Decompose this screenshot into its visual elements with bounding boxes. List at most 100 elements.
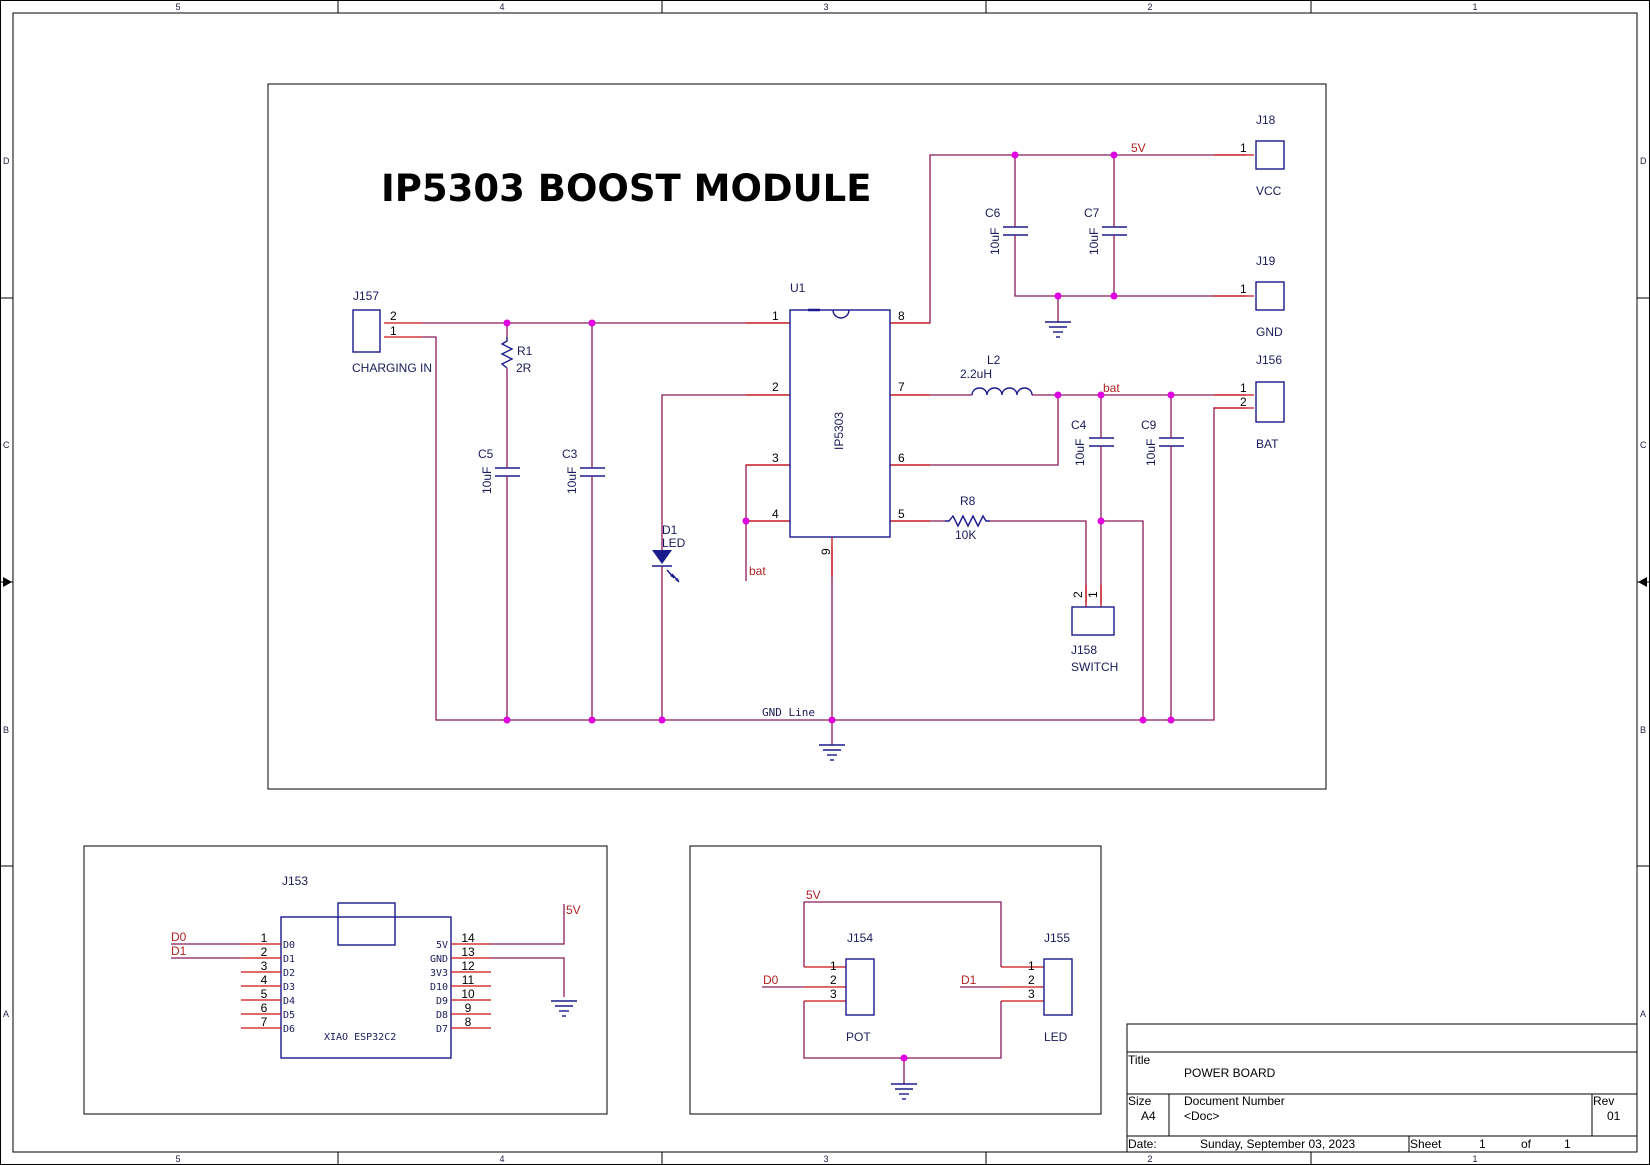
connector-j158: 2 1 J158 SWITCH <box>1071 591 1118 674</box>
pin-name: D7 <box>436 1024 448 1035</box>
net-label-gnd-line: GND Line <box>762 706 815 719</box>
ref-label: J155 <box>1044 931 1070 945</box>
pin-number: 3 <box>772 451 779 465</box>
ground-symbol <box>1045 321 1071 338</box>
ref-label: C7 <box>1084 206 1100 220</box>
ref-label: J19 <box>1256 254 1276 268</box>
ref-label: C6 <box>985 206 1001 220</box>
row-label: B <box>3 725 9 735</box>
value-label: 10uF <box>480 467 494 494</box>
frame-column-labels-bottom: 5 4 3 2 1 <box>175 1154 1477 1164</box>
frame-row-labels-left: D C B A <box>3 156 10 1019</box>
pin-name: 3V3 <box>430 968 448 979</box>
value-label: LED <box>662 536 686 550</box>
ref-label: J158 <box>1071 643 1097 657</box>
size-label: Size <box>1128 1094 1152 1108</box>
pin-number: 6 <box>898 451 905 465</box>
ground-symbol <box>551 1000 577 1017</box>
pin-number: 2 <box>830 973 837 987</box>
pin-number: 9 <box>465 1001 472 1015</box>
pin-number: 6 <box>261 1001 268 1015</box>
ground-symbol <box>891 1083 917 1100</box>
pin-number: 5 <box>261 987 268 1001</box>
pin-name: D0 <box>283 940 295 951</box>
of-value: 1 <box>1564 1137 1571 1151</box>
row-label: D <box>1640 156 1647 166</box>
pin-number: 2 <box>1071 591 1085 598</box>
of-label: of <box>1521 1137 1532 1151</box>
value-label: 2R <box>516 361 532 375</box>
size-value: A4 <box>1141 1109 1156 1123</box>
sheet-label: Sheet <box>1410 1137 1442 1151</box>
pot-led-box <box>689 845 1102 1115</box>
date-label: Date: <box>1128 1137 1157 1151</box>
col-label: 1 <box>1472 2 1477 12</box>
frame-column-labels-top: 5 4 3 2 1 <box>175 2 1477 12</box>
col-label: 1 <box>1472 1154 1477 1164</box>
value-label: VCC <box>1256 184 1282 198</box>
col-label: 3 <box>823 1154 828 1164</box>
net-label-5v: 5V <box>566 903 581 917</box>
pin-stubs-pot-led <box>804 966 1044 1002</box>
pin-number: 1 <box>261 931 268 945</box>
capacitor-c4: C4 10uF <box>1071 418 1114 466</box>
ref-label: U1 <box>790 281 806 295</box>
ref-label: C3 <box>562 447 578 461</box>
ref-label: J156 <box>1256 353 1282 367</box>
row-label: C <box>3 440 10 450</box>
pin-number: 2 <box>772 380 779 394</box>
pin-name: D3 <box>283 982 295 993</box>
part-label: XIAO ESP32C2 <box>324 1032 396 1043</box>
pin-number: 12 <box>461 959 475 973</box>
date-value: Sunday, September 03, 2023 <box>1200 1137 1356 1151</box>
pin-number: 1 <box>1240 282 1247 296</box>
pin-number: 1 <box>1086 591 1100 598</box>
document-number-value: <Doc> <box>1184 1109 1219 1123</box>
schematic-title: IP5303 BOOST MODULE <box>381 167 872 210</box>
pin-number: 2 <box>1028 973 1035 987</box>
pin-number: 2 <box>1240 395 1247 409</box>
ref-label: J18 <box>1256 113 1276 127</box>
value-label: 10uF <box>1073 439 1087 466</box>
value-label: BAT <box>1256 437 1279 451</box>
col-label: 3 <box>823 2 828 12</box>
pin-number: 7 <box>898 380 905 394</box>
ref-label: J157 <box>353 289 379 303</box>
value-label: SWITCH <box>1071 660 1118 674</box>
esp-module-box <box>83 845 608 1115</box>
value-label: 10uF <box>1087 228 1101 255</box>
capacitor-c7: C7 10uF <box>1084 206 1127 255</box>
ref-label: C4 <box>1071 418 1087 432</box>
pin-name: D9 <box>436 996 448 1007</box>
net-label-bat: bat <box>749 564 766 578</box>
value-label: GND <box>1256 325 1283 339</box>
pin-number: 11 <box>462 973 475 987</box>
capacitor-c3: C3 10uF <box>562 447 605 494</box>
pin-number: 8 <box>898 309 905 323</box>
pin-number: 1 <box>772 309 779 323</box>
rev-value: 01 <box>1607 1109 1621 1123</box>
pin-number: 9 <box>819 548 833 555</box>
pin-number: 7 <box>261 1015 268 1029</box>
pin-name: GND <box>430 954 448 965</box>
net-label-bat: bat <box>1103 381 1120 395</box>
resistor-r8: R8 10K <box>945 494 990 542</box>
pin-name: D8 <box>436 1010 448 1021</box>
pin-number: 2 <box>261 945 268 959</box>
col-label: 2 <box>1147 2 1152 12</box>
col-label: 2 <box>1147 1154 1152 1164</box>
pin-number: 1 <box>390 324 397 338</box>
ref-label: J153 <box>282 874 308 888</box>
row-label: A <box>3 1009 9 1019</box>
connector-j156: J156 1 2 BAT <box>1240 353 1285 451</box>
pin-number: 4 <box>261 973 268 987</box>
junction <box>900 1054 908 1062</box>
pin-number: 1 <box>1240 141 1247 155</box>
connector-j155: J155 1 2 3 LED <box>1028 931 1073 1044</box>
value-label: CHARGING IN <box>352 361 432 375</box>
pin-number: 10 <box>461 987 475 1001</box>
ref-label: C9 <box>1141 418 1157 432</box>
pin-number: 1 <box>1240 381 1247 395</box>
inductor-l2: L2 2.2uH <box>960 353 1033 396</box>
value-label: 10uF <box>1144 439 1158 466</box>
